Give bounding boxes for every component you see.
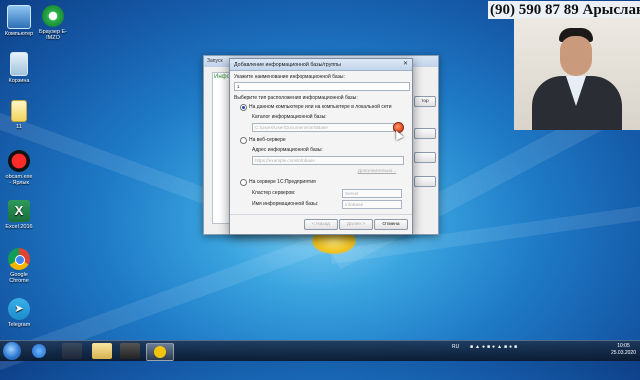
infobase-name-input[interactable]: 1	[234, 82, 410, 91]
recycle-bin-icon	[10, 52, 28, 76]
desktop-icon-obcam[interactable]: obcam.exe - Ярлык	[4, 150, 34, 186]
desktop-icon-label: Telegram	[7, 322, 31, 328]
desktop-icon-computer[interactable]: Компьютер	[4, 5, 34, 37]
language-indicator[interactable]: RU	[452, 344, 459, 350]
catalog-input[interactable]: C:\Users\User\Documents\InfoBase	[252, 123, 394, 132]
desktop-icon-chrome[interactable]: Google Chrome	[4, 248, 34, 284]
next-button[interactable]: Далее >	[339, 219, 373, 230]
desktop-icon-label: Компьютер	[4, 31, 34, 37]
launcher-side-label: Инфо	[214, 74, 230, 80]
taskbar-explorer-icon[interactable]	[92, 343, 112, 359]
more-button[interactable]: Дополнительно...	[354, 167, 400, 176]
radio-server[interactable]	[240, 179, 247, 186]
add-infobase-dialog: Добавление информационной базы/группы ✕ …	[229, 58, 413, 235]
launcher-side-button[interactable]	[414, 128, 436, 139]
clock-time: 10:05	[617, 343, 630, 349]
launcher-side-button[interactable]: тор	[414, 96, 436, 107]
cluster-input[interactable]: Server	[342, 189, 402, 198]
desktop-icon-browser[interactable]: Браузер E-IMZO	[38, 5, 68, 41]
desktop-icon-telegram[interactable]: ➤ Telegram	[4, 298, 34, 328]
document-icon	[11, 100, 27, 122]
desktop-icon-recycle-bin[interactable]: Корзина	[4, 52, 34, 84]
desktop-icon-label: Корзина	[8, 78, 30, 84]
desktop-icon-folder[interactable]: 11	[4, 100, 34, 130]
desktop-icon-label: obcam.exe - Ярлык	[5, 174, 33, 186]
telegram-icon: ➤	[8, 298, 30, 320]
dbname-input[interactable]: InfoBase	[342, 200, 402, 209]
dialog-titlebar: Добавление информационной базы/группы ✕	[230, 59, 412, 71]
excel-icon: X	[8, 200, 30, 222]
clock-date: 25.03.2020	[610, 350, 636, 356]
location-prompt: Выберите тип расположения информационной…	[234, 95, 358, 101]
name-prompt: Укажите наименование информационной базы…	[234, 74, 345, 80]
tray-icons[interactable]: ■▲●■●▲■●■	[470, 344, 519, 350]
desktop-icon-label: Браузер E-IMZO	[38, 29, 68, 41]
radio-local-label: На данном компьютере или на компьютере в…	[249, 104, 392, 110]
dbname-label: Имя информационной базы:	[252, 201, 319, 207]
launcher-side-button[interactable]	[414, 152, 436, 163]
desktop-icon-excel[interactable]: X Excel 2016	[4, 200, 34, 230]
desktop-icon-label: Excel 2016	[5, 224, 33, 230]
record-icon	[8, 150, 30, 172]
taskbar-1c-icon[interactable]	[146, 343, 174, 361]
desktop-icon-label: Google Chrome	[9, 272, 29, 284]
phone-overlay: (90) 590 87 89 Арыслан	[488, 1, 640, 19]
chrome-icon	[8, 248, 30, 270]
catalog-label: Каталог информационной базы:	[252, 114, 327, 120]
presenter-face	[560, 36, 592, 76]
start-button[interactable]	[3, 342, 21, 360]
1c-icon	[154, 346, 166, 358]
taskbar-app-icon[interactable]	[120, 343, 140, 359]
dialog-divider	[230, 214, 412, 215]
close-icon[interactable]: ✕	[402, 61, 409, 68]
desktop-icon-label: 11	[16, 124, 22, 130]
cluster-label: Кластер серверов:	[252, 190, 296, 196]
radio-local[interactable]	[240, 104, 247, 111]
dialog-title: Добавление информационной базы/группы	[234, 62, 341, 68]
radio-web[interactable]	[240, 137, 247, 144]
back-button[interactable]: < Назад	[304, 219, 338, 230]
cancel-button[interactable]: Отмена	[374, 219, 408, 230]
radio-web-label: На веб-сервере	[249, 137, 286, 143]
taskbar-app-icon[interactable]	[62, 343, 82, 359]
chrome-center	[15, 255, 25, 265]
browser-icon	[42, 5, 64, 27]
webcam-overlay	[514, 18, 640, 130]
taskbar-ie-icon[interactable]	[32, 344, 46, 358]
taskbar: RU ■▲●■●▲■●■ 10:05 25.03.2020	[0, 340, 640, 361]
address-label: Адрес информационной базы:	[252, 147, 323, 153]
clock[interactable]: 10:05 25.03.2020	[611, 343, 636, 357]
radio-server-label: На сервере 1С:Предприятия	[249, 179, 316, 185]
address-input[interactable]: https://example.com/infobase	[252, 156, 404, 165]
computer-icon	[7, 5, 31, 29]
launcher-side-button[interactable]	[414, 176, 436, 187]
